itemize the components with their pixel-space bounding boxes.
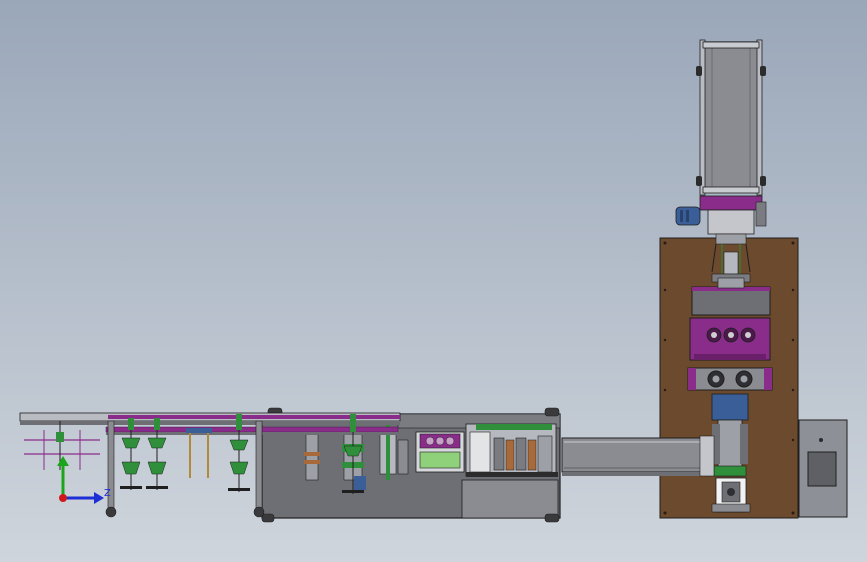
conveyor-rail-left	[699, 39, 706, 196]
outfeed-conveyor[interactable]	[561, 435, 715, 477]
conveyor-top-roller	[702, 41, 760, 49]
station-bottom[interactable]	[711, 477, 751, 513]
outfeed-belt	[561, 437, 713, 473]
infeed-rail-purple	[108, 415, 400, 419]
packing-station	[465, 423, 558, 477]
cabinet-display	[807, 451, 837, 487]
rod-unit	[186, 428, 212, 478]
conveyor-belt-vertical	[702, 41, 760, 193]
conveyor-rail-right	[756, 39, 763, 196]
conveyor-bottom-roller	[702, 186, 760, 194]
vertical-conveyor[interactable]	[696, 39, 766, 196]
station-roller-row[interactable]	[687, 367, 773, 391]
electrical-cabinet[interactable]	[798, 419, 848, 518]
transfer-block-purple	[699, 195, 763, 211]
triad-axis-label: Z	[104, 488, 111, 499]
gripper-unit	[228, 414, 250, 492]
central-machine[interactable]	[261, 407, 561, 523]
station-upper-housing	[691, 286, 771, 316]
roller-row-base	[687, 367, 773, 391]
coordinate-triad: Z	[57, 456, 111, 504]
station-purple-plate[interactable]	[689, 317, 771, 361]
station-guide[interactable]	[711, 393, 749, 477]
triad-origin	[59, 494, 67, 502]
cad-viewport[interactable]: Z	[0, 0, 867, 562]
cad-model-view[interactable]: Z	[0, 0, 867, 562]
